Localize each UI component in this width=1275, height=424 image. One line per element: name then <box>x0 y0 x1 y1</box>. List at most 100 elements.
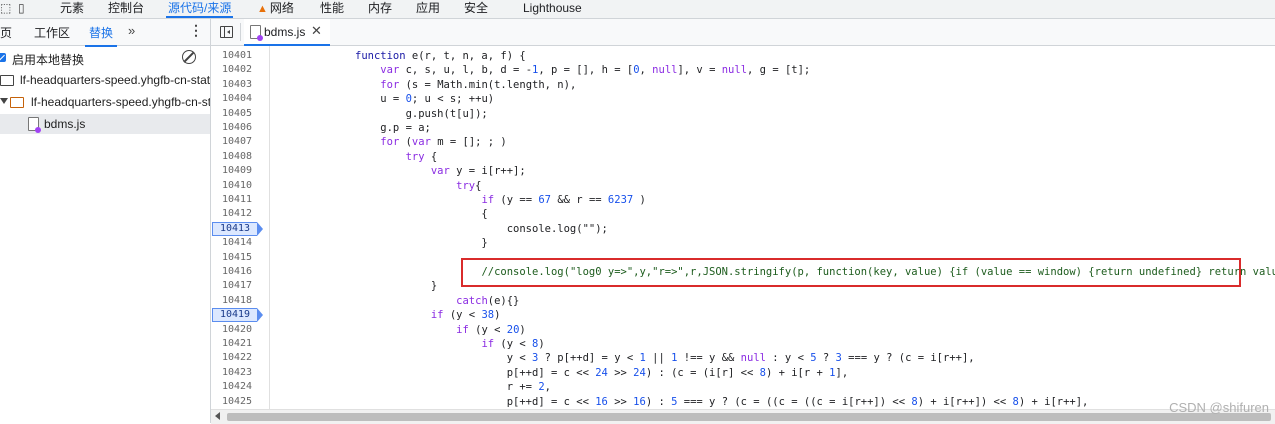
line-number[interactable]: 10418 <box>211 294 263 308</box>
code-line[interactable]: 10425 p[++d] = c << 16 >> 16) : 5 === y … <box>211 395 1275 409</box>
line-number[interactable]: 10422 <box>211 351 263 365</box>
navigator-tab-0[interactable]: 页 <box>0 24 12 41</box>
code-text: var c, s, u, l, b, d = -1, p = [], h = [… <box>380 64 811 77</box>
code-text: r += 2, <box>355 381 551 394</box>
toggle-navigator-icon[interactable] <box>220 26 233 38</box>
line-number[interactable]: 10417 <box>211 279 263 293</box>
folder-icon <box>10 97 24 108</box>
navigator-tab-2[interactable]: 替换 <box>84 24 118 47</box>
code-line[interactable]: 10410 try{ <box>211 179 1275 193</box>
watermark: CSDN @shifuren <box>1169 400 1269 415</box>
navigator-tabs: 页 工作区 替换 » ⋮ <box>0 19 210 47</box>
more-options-icon[interactable]: ⋮ <box>189 22 203 39</box>
devtools-tab-2[interactable]: 源代码/来源 <box>165 0 234 18</box>
navigator-tab-1[interactable]: 工作区 <box>34 24 70 41</box>
line-number[interactable]: 10412 <box>211 207 263 221</box>
code-text: if (y < 8) <box>481 338 545 350</box>
tree-folder-item[interactable]: lf-headquarters-speed.yhgfb-cn-static.by… <box>0 92 210 112</box>
line-number[interactable]: 10421 <box>211 337 263 351</box>
line-number[interactable]: 10408 <box>211 150 263 164</box>
line-number[interactable]: 10401 <box>211 49 263 63</box>
line-number[interactable]: 10407 <box>211 135 263 149</box>
code-line[interactable]: 10406 g.p = a; <box>211 121 1275 135</box>
inspect-element-icon[interactable]: ⬚ <box>0 1 11 15</box>
line-number[interactable]: 10404 <box>211 92 263 106</box>
code-line[interactable]: 10404 u = 0; u < s; ++u) <box>211 92 1275 106</box>
line-number[interactable]: 10423 <box>211 366 263 380</box>
line-number[interactable]: 10425 <box>211 395 263 409</box>
code-line[interactable]: 10416 //console.log("log0 y=>",y,"r=>",r… <box>211 265 1275 279</box>
line-number[interactable]: 10406 <box>211 121 263 135</box>
code-line[interactable]: 10417 } <box>211 279 1275 293</box>
expand-arrow-icon[interactable] <box>0 98 8 104</box>
line-number[interactable]: 10416 <box>211 265 263 279</box>
tree-folder-item[interactable]: lf-headquarters-speed.yhgfb-cn-static.by… <box>0 70 210 90</box>
code-line[interactable]: 10421 if (y < 8) <box>211 337 1275 351</box>
code-text: p[++d] = c << 24 >> 24) : (c = (i[r] << … <box>355 366 849 379</box>
devtools-tab-6[interactable]: 应用 <box>416 0 440 17</box>
code-text: catch(e){} <box>456 294 520 307</box>
editor-tab-bar: bdms.js ✕ <box>211 19 1275 46</box>
devtools-tab-label: 源代码/来源 <box>168 1 232 15</box>
clear-overrides-icon[interactable] <box>182 50 196 64</box>
tree-file-item[interactable]: bdms.js <box>0 114 210 134</box>
code-line[interactable]: 10423 p[++d] = c << 24 >> 24) : (c = (i[… <box>211 366 1275 380</box>
code-line[interactable]: 10420 if (y < 20) <box>211 323 1275 337</box>
line-number[interactable]: 10410 <box>211 179 263 193</box>
line-number[interactable]: 10424 <box>211 380 263 394</box>
devtools-tab-4[interactable]: 性能 <box>320 0 344 17</box>
close-tab-icon[interactable]: ✕ <box>311 23 322 39</box>
code-line[interactable]: 10408 try { <box>211 150 1275 164</box>
device-toolbar-icon[interactable]: ▯ <box>18 1 25 15</box>
navigator-pane: 页 工作区 替换 » ⋮ 启用本地替换 lf-headquarters-speed.… <box>0 19 211 423</box>
scrollbar-thumb[interactable] <box>227 413 1271 421</box>
line-number[interactable]: 10420 <box>211 323 263 337</box>
devtools-tab-0[interactable]: 元素 <box>60 0 84 17</box>
horizontal-scrollbar[interactable] <box>211 409 1275 424</box>
code-line[interactable]: 10413 console.log(""); <box>211 221 1275 236</box>
enable-local-overrides-row[interactable]: 启用本地替换 <box>0 47 210 69</box>
code-text: } <box>355 280 438 293</box>
line-number[interactable]: 10414 <box>211 236 263 250</box>
code-line[interactable]: 10401 function e(r, t, n, a, f) { <box>211 49 1275 63</box>
line-number[interactable]: 10403 <box>211 78 263 92</box>
code-line[interactable]: 10405 g.push(t[u]); <box>211 107 1275 121</box>
devtools-tab-3[interactable]: ▲ 网络 <box>257 0 294 17</box>
code-editor[interactable]: 10401 function e(r, t, n, a, f) {10402 va… <box>211 46 1275 409</box>
line-number[interactable]: 10411 <box>211 193 263 207</box>
line-number[interactable]: 10415 <box>211 251 263 265</box>
code-line[interactable]: 10414 } <box>211 236 1275 250</box>
code-text: function e(r, t, n, a, f) { <box>355 50 526 62</box>
enable-local-overrides-checkbox[interactable] <box>0 53 6 62</box>
code-line[interactable]: 10419 if (y < 38) <box>211 308 1275 323</box>
code-line[interactable]: 10422 y < 3 ? p[++d] = y < 1 || 1 !== y … <box>211 351 1275 365</box>
line-number[interactable]: 10402 <box>211 63 263 77</box>
code-line[interactable]: 10411 if (y == 67 && r == 6237 ) <box>211 193 1275 207</box>
code-line[interactable]: 10402 var c, s, u, l, b, d = -1, p = [],… <box>211 63 1275 77</box>
devtools-tab-8[interactable]: Lighthouse <box>523 0 582 17</box>
code-line[interactable]: 10424 r += 2, <box>211 380 1275 394</box>
code-line[interactable]: 10412 { <box>211 207 1275 221</box>
code-line[interactable]: 10407 for (var m = []; ; ) <box>211 135 1275 149</box>
js-file-icon <box>28 117 41 133</box>
devtools-tab-5[interactable]: 内存 <box>368 0 392 17</box>
devtools-tab-label: 性能 <box>320 1 345 15</box>
code-line[interactable]: 10403 for (s = Math.min(t.length, n), <box>211 78 1275 92</box>
devtools-tab-1[interactable]: 控制台 <box>108 0 144 17</box>
tab-bdms-js[interactable]: bdms.js ✕ <box>244 19 330 46</box>
devtools-tab-strip: ⬚ ▯ 元素 控制台 源代码/来源 ▲ 网络 性能 内存 应用 安全 Lighthouse <box>0 0 1275 19</box>
more-tabs-icon[interactable]: » <box>128 23 135 38</box>
breakpoint-line-number[interactable]: 10413 <box>212 221 263 236</box>
scroll-left-icon[interactable] <box>215 412 220 420</box>
devtools-tab-7[interactable]: 安全 <box>464 0 488 17</box>
line-number[interactable]: 10405 <box>211 107 263 121</box>
code-line[interactable]: 10418 catch(e){} <box>211 294 1275 308</box>
line-number[interactable]: 10409 <box>211 164 263 178</box>
code-text: y < 3 ? p[++d] = y < 1 || 1 !== y && nul… <box>355 352 975 365</box>
js-file-icon <box>250 25 263 41</box>
devtools-tab-label: 应用 <box>416 1 441 15</box>
devtools-tab-label: Lighthouse <box>523 1 582 15</box>
code-line[interactable]: 10409 var y = i[r++]; <box>211 164 1275 178</box>
breakpoint-line-number[interactable]: 10419 <box>212 308 263 323</box>
code-line[interactable]: 10415 <box>211 251 1275 265</box>
